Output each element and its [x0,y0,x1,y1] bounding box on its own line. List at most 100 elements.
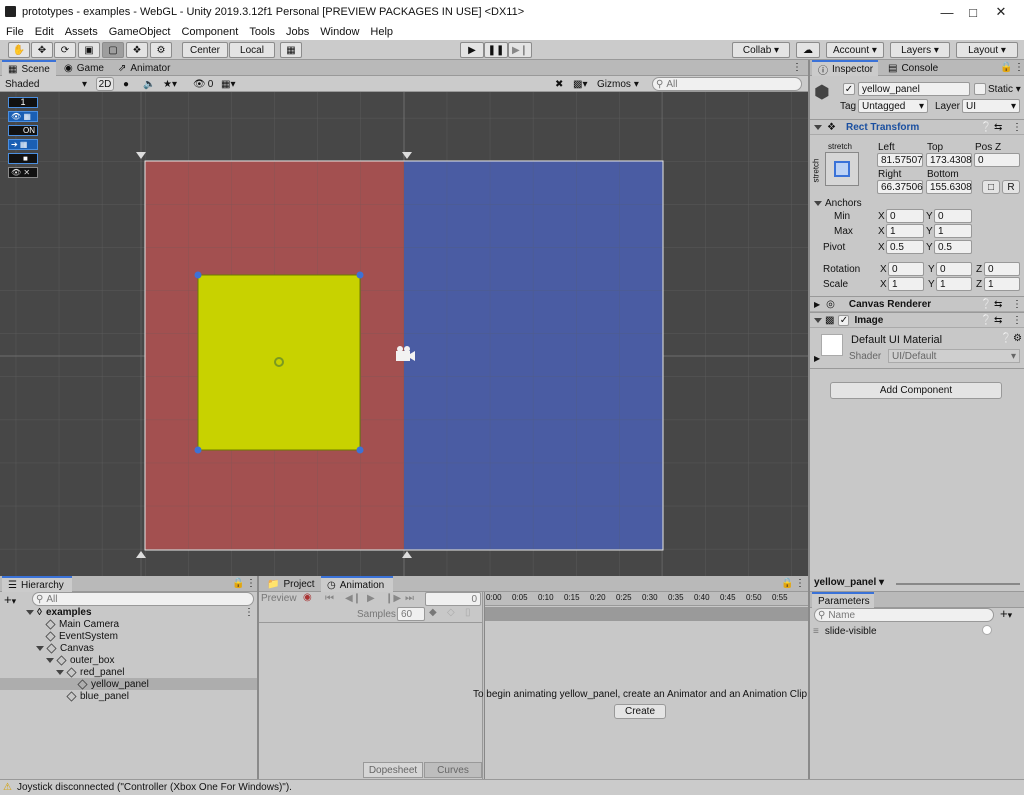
record-icon[interactable]: ◉ [303,592,312,603]
bottom-input[interactable]: 155.6308 [926,180,972,194]
anchor-max-x-input[interactable]: 1 [886,224,924,238]
resize-handle[interactable] [356,446,364,454]
image-enabled-checkbox[interactable]: ✓ [838,314,850,326]
tab-animation[interactable]: ◷ Animation [321,576,393,592]
add-keyframe-icon[interactable]: ◆ [429,607,437,618]
last-key-icon[interactable]: ⏭ [405,593,414,604]
menu-component[interactable]: Component [175,26,243,38]
hierarchy-item-yellow-panel[interactable]: yellow_panel [0,678,257,690]
rotation-z-input[interactable]: 0 [984,262,1020,276]
material-settings-icon[interactable]: ⚙ [1013,333,1022,344]
hierarchy-item-canvas[interactable]: Canvas [36,642,94,654]
scale-y-input[interactable]: 1 [936,277,972,291]
shader-dropdown[interactable]: UI/Default ▾ [888,349,1020,363]
help-icon[interactable]: ❔ [980,299,992,310]
rotation-y-input[interactable]: 0 [936,262,972,276]
close-icon[interactable]: ✕ [978,0,1024,24]
create-dropdown[interactable]: +▾ [4,592,16,607]
transform-tool-icon[interactable]: ❖ [126,42,148,58]
shading-mode-dropdown[interactable]: Shaded ▾ [2,77,90,91]
hidden-objects-icon[interactable]: 👁 0 [190,77,216,91]
hierarchy-item-red-panel[interactable]: red_panel [56,666,124,678]
add-parameter-button[interactable]: +▾ [1000,606,1012,621]
add-event-icon[interactable]: ▯ [465,607,471,618]
menu-file[interactable]: File [0,26,29,38]
hierarchy-menu-icon[interactable]: ⋮ [246,578,256,589]
preset-icon[interactable]: ⇆ [994,315,1002,326]
parameter-search-input[interactable]: ⚲ Name [814,608,994,622]
gizmos-dropdown[interactable]: Gizmos ▾ [594,77,642,91]
effects-icon[interactable]: ★▾ [160,77,180,91]
account-button[interactable]: Account ▾ [826,42,884,58]
snap-icon[interactable]: ▦ [280,42,302,58]
anchor-min-y-input[interactable]: 0 [934,209,972,223]
raw-edit-button[interactable]: R [1002,180,1020,194]
top-input[interactable]: 173.4308 [926,153,972,167]
animation-menu-icon[interactable]: ⋮ [795,578,805,589]
active-checkbox[interactable]: ✓ [843,83,855,95]
component-menu-icon[interactable]: ⋮ [1012,122,1022,133]
step-button[interactable]: ▶❙ [508,42,532,58]
menu-jobs[interactable]: Jobs [280,26,314,38]
cloud-icon[interactable]: ☁ [796,42,820,58]
tab-project[interactable]: 📁 Project [261,576,319,592]
right-input[interactable]: 66.37506 [877,180,923,194]
tab-menu-icon[interactable]: ⋮ [792,62,802,73]
hierarchy-search-input[interactable]: ⚲ All [32,592,254,606]
layout-button[interactable]: Layout ▾ [956,42,1018,58]
event-lane[interactable] [484,607,808,621]
hierarchy-item-eventsystem[interactable]: EventSystem [45,630,118,642]
next-key-icon[interactable]: ❙▶ [385,593,401,604]
hierarchy-item-blue-panel[interactable]: blue_panel [66,690,129,702]
layers-button[interactable]: Layers ▾ [890,42,950,58]
tab-console[interactable]: ▤ Console [882,60,948,76]
tab-parameters[interactable]: Parameters [812,592,874,608]
menu-help[interactable]: Help [364,26,398,38]
resize-handle[interactable] [194,446,202,454]
move-tool-icon[interactable]: ✥ [31,42,53,58]
anchor-min-x-input[interactable]: 0 [886,209,924,223]
eye-toggle-icon[interactable]: 👁 ✕ [8,167,38,178]
component-menu-icon[interactable]: ⋮ [1012,315,1022,326]
local-space-button[interactable]: Local [229,42,275,58]
hierarchy-item-outer-box[interactable]: outer_box [46,654,114,666]
camera-icon[interactable]: ▩▾ [570,77,590,91]
rect-tool-icon[interactable]: ▢ [102,42,124,58]
first-key-icon[interactable]: ⏮ [325,593,334,604]
collab-button[interactable]: Collab ▾ [732,42,790,58]
menu-gameobject[interactable]: GameObject [103,26,176,38]
scale-z-input[interactable]: 1 [984,277,1020,291]
scale-tool-icon[interactable]: ▣ [78,42,100,58]
key-diamond-icon[interactable]: ◇ [447,607,455,618]
scene-view[interactable]: 1 👁 ▦ ON ➔ ▦ ■ 👁 ✕ [0,92,808,576]
layer-weight-slider[interactable] [896,583,1020,585]
scene-menu-icon[interactable]: ⋮ [244,607,254,618]
scene-tools-icon[interactable]: ✖ [552,77,566,91]
hierarchy-lock-icon[interactable]: 🔒 [232,578,244,589]
tab-scene[interactable]: ▦ Scene [2,60,56,76]
lighting-icon[interactable]: ● [120,77,132,91]
custom-tool-icon[interactable]: ⚙ [150,42,172,58]
curves-tab[interactable]: Curves [424,762,482,778]
audio-icon[interactable]: 🔈 [140,77,158,91]
layer-dropdown[interactable]: UI ▾ [962,99,1020,113]
left-input[interactable]: 81.57507 [877,153,923,167]
center-pivot-button[interactable]: Center [182,42,228,58]
material-expand-icon[interactable]: ▶ [814,354,820,363]
drag-handle-icon[interactable]: ≡ [813,626,819,637]
arrow-grid-icon[interactable]: ➔ ▦ [8,139,38,150]
static-checkbox[interactable] [974,83,986,95]
anchors-foldout[interactable]: Anchors [814,198,862,209]
parameter-row[interactable]: ≡ slide-visible [810,624,1024,638]
pivot-y-input[interactable]: 0.5 [934,240,972,254]
rotate-tool-icon[interactable]: ⟳ [54,42,76,58]
canvas-renderer-header[interactable]: ▶ ◎ Canvas Renderer ❔ ⇆ ⋮ [810,296,1024,312]
prev-key-icon[interactable]: ◀❙ [345,593,361,604]
status-message[interactable]: Joystick disconnected ("Controller (Xbox… [17,782,292,793]
add-component-button[interactable]: Add Component [830,382,1002,399]
tab-inspector[interactable]: ⓘ Inspector [812,60,878,77]
posz-input[interactable]: 0 [974,153,1020,167]
samples-input[interactable]: 60 [397,607,425,621]
preset-icon[interactable]: ⇆ [994,299,1002,310]
grid-icon[interactable]: ▦▾ [218,77,238,91]
